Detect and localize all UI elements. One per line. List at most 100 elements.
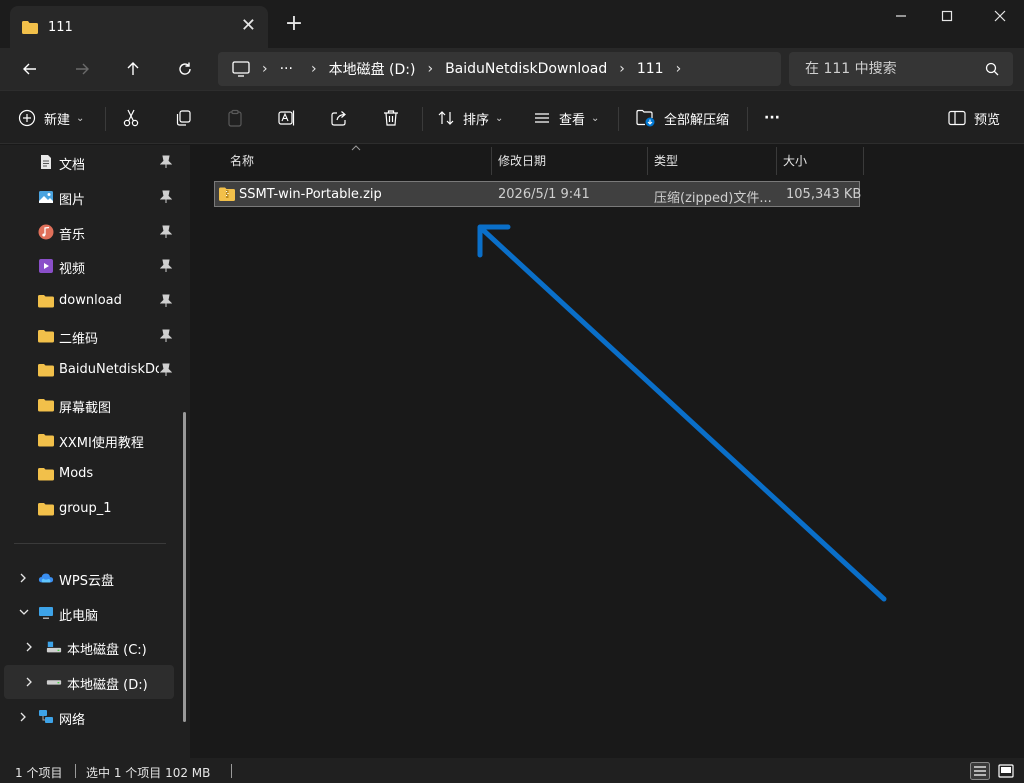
file-type: 压缩(zipped)文件...	[654, 191, 772, 206]
column-header-size[interactable]: 大小	[783, 145, 807, 175]
sidebar-item-screenshots[interactable]: 屏幕截图	[0, 388, 174, 422]
chevron-down-icon: ⌄	[495, 112, 504, 124]
paste-button[interactable]	[226, 91, 244, 145]
zip-folder-icon	[219, 187, 235, 201]
pin-icon[interactable]	[160, 155, 172, 169]
breadcrumb-drive-d[interactable]: 本地磁盘 (D:)	[329, 59, 416, 79]
tiles-view-icon[interactable]	[996, 762, 1016, 780]
rename-button[interactable]	[278, 91, 296, 145]
minimize-icon	[896, 15, 906, 17]
sort-label: 排序	[463, 112, 490, 128]
tab-close-icon[interactable]: ✕	[241, 16, 256, 36]
chevron-right-icon[interactable]	[24, 641, 34, 653]
breadcrumb-more[interactable]: ···	[280, 61, 293, 77]
cut-button[interactable]	[122, 91, 140, 145]
sort-button[interactable]: 排序 ⌄	[437, 91, 503, 145]
pin-icon[interactable]	[160, 190, 172, 204]
column-header-modified[interactable]: 修改日期	[498, 145, 546, 175]
search-icon[interactable]	[985, 62, 999, 76]
pin-icon[interactable]	[160, 225, 172, 239]
up-button[interactable]	[117, 54, 149, 84]
breadcrumb-separator[interactable]: ›	[619, 61, 625, 77]
column-header-type[interactable]: 类型	[654, 145, 678, 175]
chevron-down-icon: ⌄	[76, 112, 85, 124]
folder-icon	[22, 20, 38, 34]
close-icon	[994, 10, 1006, 22]
pin-icon[interactable]	[160, 294, 172, 308]
delete-button[interactable]	[382, 91, 400, 145]
new-label: 新建	[44, 112, 71, 128]
chevron-right-icon[interactable]	[24, 676, 34, 688]
sidebar-item-drive-d[interactable]: 本地磁盘 (D:)	[4, 665, 174, 699]
sidebar-scrollbar[interactable]	[183, 412, 186, 722]
sidebar-item-label: 此电脑	[59, 609, 99, 624]
sidebar-item-label: 文档	[59, 158, 86, 173]
item-count: 1 个项目	[15, 766, 63, 780]
sidebar-item-pictures[interactable]: 图片	[0, 180, 174, 214]
sidebar-item-qrcode[interactable]: 二维码	[0, 319, 174, 353]
title-bar: 111 ✕ +	[0, 0, 1024, 48]
chevron-right-icon[interactable]	[18, 711, 28, 723]
more-options-button[interactable]: ···	[764, 91, 780, 145]
column-header-name[interactable]: 名称	[230, 145, 254, 175]
tab-111[interactable]: 111 ✕	[10, 6, 268, 48]
preview-pane-button[interactable]: 预览	[948, 91, 1000, 145]
new-tab-button[interactable]: +	[284, 12, 304, 36]
address-bar[interactable]: › ··· › 本地磁盘 (D:) › BaiduNetdiskDownload…	[218, 52, 781, 86]
chevron-down-icon: ⌄	[591, 112, 600, 124]
sidebar-item-this-pc[interactable]: 此电脑	[0, 596, 174, 630]
breadcrumb-separator[interactable]: ›	[311, 61, 317, 77]
sidebar-item-label: 本地磁盘 (D:)	[67, 678, 148, 693]
column-divider[interactable]	[647, 147, 648, 175]
sidebar-item-baidunetdiskdownload[interactable]: BaiduNetdiskDownload	[0, 353, 174, 387]
sidebar-item-label: WPS云盘	[59, 574, 114, 589]
file-row-selected[interactable]: SSMT-win-Portable.zip 2026/5/1 9:41 压缩(z…	[214, 181, 861, 207]
breadcrumb-separator[interactable]: ›	[262, 61, 268, 77]
preview-label: 预览	[974, 112, 1001, 128]
breadcrumb-separator[interactable]: ›	[427, 61, 433, 77]
sidebar-item-label: download	[59, 293, 122, 308]
breadcrumb-baidunetdiskdownload[interactable]: BaiduNetdiskDownload	[445, 61, 607, 77]
pin-icon[interactable]	[160, 363, 172, 377]
computer-icon	[232, 61, 250, 77]
maximize-button[interactable]	[924, 0, 970, 32]
extract-all-button[interactable]: 全部解压缩	[636, 91, 729, 145]
close-window-button[interactable]	[977, 0, 1023, 32]
sidebar-item-videos[interactable]: 视频	[0, 249, 174, 283]
paste-icon	[228, 109, 242, 127]
chevron-right-icon[interactable]	[18, 572, 28, 584]
back-button[interactable]	[14, 54, 46, 84]
pin-icon[interactable]	[160, 259, 172, 273]
forward-button[interactable]	[66, 54, 98, 84]
sidebar-item-label: 图片	[59, 193, 86, 208]
sidebar-item-drive-c[interactable]: 本地磁盘 (C:)	[0, 630, 174, 664]
sidebar-item-download[interactable]: download	[0, 284, 174, 318]
folder-icon	[38, 468, 54, 481]
new-button[interactable]: 新建 ⌄	[18, 91, 84, 145]
file-name[interactable]: SSMT-win-Portable.zip	[239, 187, 382, 202]
breadcrumb-separator[interactable]: ›	[676, 61, 682, 77]
view-button[interactable]: 查看 ⌄	[533, 91, 599, 145]
column-divider[interactable]	[863, 147, 864, 175]
breadcrumb-111[interactable]: 111	[637, 61, 664, 77]
search-input[interactable]	[805, 61, 975, 77]
chevron-down-icon[interactable]	[18, 607, 30, 617]
music-icon	[38, 224, 54, 240]
column-divider[interactable]	[776, 147, 777, 175]
share-button[interactable]	[330, 91, 348, 145]
refresh-button[interactable]	[169, 54, 201, 84]
sidebar-item-wps-cloud[interactable]: WPS云盘	[0, 561, 174, 595]
sidebar-item-documents[interactable]: 文档	[0, 145, 174, 179]
sort-icon	[438, 111, 454, 125]
sidebar-item-network[interactable]: 网络	[0, 700, 174, 734]
details-view-icon[interactable]	[970, 762, 990, 780]
pin-icon[interactable]	[160, 329, 172, 343]
minimize-button[interactable]	[878, 0, 924, 32]
sidebar-item-group-1[interactable]: group_1	[0, 492, 174, 526]
search-box[interactable]	[789, 52, 1013, 86]
sidebar-item-xxmi-tutorial[interactable]: XXMI使用教程	[0, 423, 174, 457]
sidebar-item-music[interactable]: 音乐	[0, 215, 174, 249]
copy-button[interactable]	[174, 91, 192, 145]
sidebar-item-mods[interactable]: Mods	[0, 457, 174, 491]
column-divider[interactable]	[491, 147, 492, 175]
